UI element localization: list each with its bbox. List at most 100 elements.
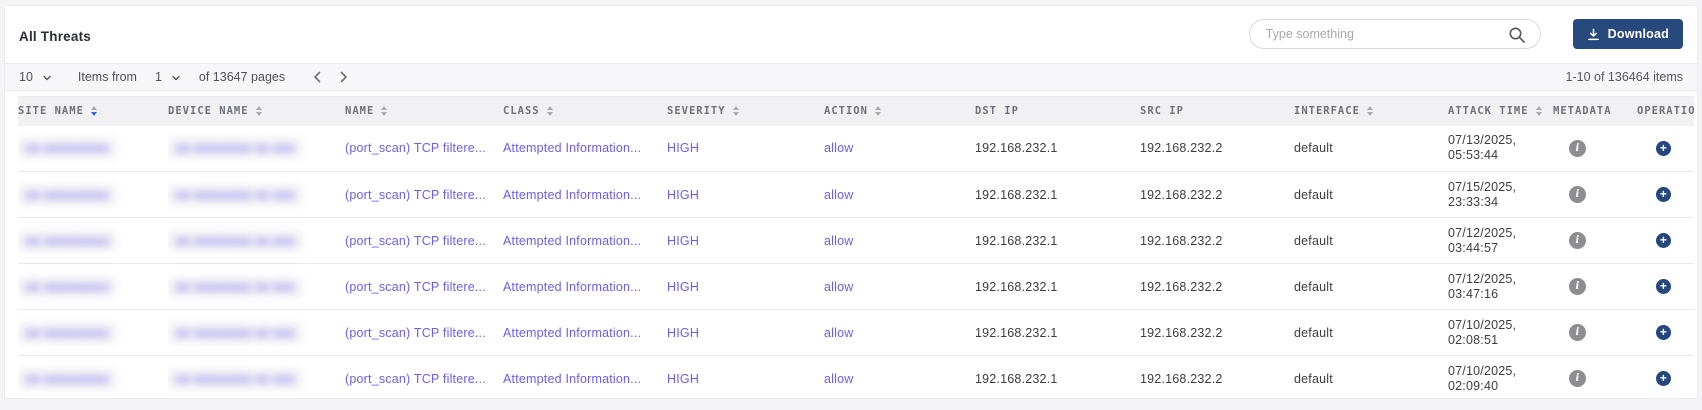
class-cell-text[interactable]: Attempted Information...	[503, 280, 641, 294]
class-cell-text[interactable]: Attempted Information...	[503, 372, 641, 386]
action-cell[interactable]: allow	[824, 310, 975, 356]
all-threats-card: All Threats Download 10	[4, 5, 1698, 399]
site-name-cell: xx xxxxxxxxx	[18, 172, 168, 218]
class-cell-text[interactable]: Attempted Information...	[503, 141, 641, 155]
sort-icon[interactable]	[875, 106, 881, 116]
action-cell[interactable]: allow	[824, 126, 975, 172]
site-name-cell: xx xxxxxxxxx	[18, 126, 168, 172]
action-cell-text[interactable]: allow	[824, 188, 854, 202]
class-cell[interactable]: Attempted Information...	[503, 218, 667, 264]
severity-cell-text: HIGH	[667, 141, 699, 155]
threat-name-cell[interactable]: (port_scan) TCP filtere...	[345, 218, 503, 264]
sort-icon[interactable]	[1536, 106, 1542, 116]
sort-icon[interactable]	[381, 106, 387, 116]
threat-name-cell[interactable]: (port_scan) TCP filtere...	[345, 264, 503, 310]
metadata-info-icon[interactable]: i	[1569, 186, 1586, 203]
class-cell[interactable]: Attempted Information...	[503, 264, 667, 310]
search-input[interactable]	[1250, 20, 1540, 48]
expand-operations-icon[interactable]: +	[1656, 233, 1671, 248]
action-cell[interactable]: allow	[824, 356, 975, 400]
device-name-cell: xx xxxxxxxx xx xxx	[168, 264, 345, 310]
action-cell-text[interactable]: allow	[824, 372, 854, 386]
action-cell[interactable]: allow	[824, 264, 975, 310]
threat-name-cell-text[interactable]: (port_scan) TCP filtere...	[345, 234, 486, 248]
action-cell-text[interactable]: allow	[824, 326, 854, 340]
download-button[interactable]: Download	[1573, 19, 1683, 49]
sort-icon[interactable]	[547, 106, 553, 116]
search-icon[interactable]	[1508, 26, 1526, 44]
column-header-attack-time[interactable]: ATTACK TIME	[1448, 97, 1553, 126]
column-header-device-name[interactable]: DEVICE NAME	[168, 97, 345, 126]
interface-cell: default	[1294, 126, 1448, 172]
class-cell[interactable]: Attempted Information...	[503, 126, 667, 172]
severity-cell-text: HIGH	[667, 326, 699, 340]
action-cell[interactable]: allow	[824, 218, 975, 264]
column-header-action[interactable]: ACTION	[824, 97, 975, 126]
column-header-site-name[interactable]: SITE NAME	[18, 97, 168, 126]
metadata-info-icon[interactable]: i	[1569, 278, 1586, 295]
class-cell[interactable]: Attempted Information...	[503, 356, 667, 400]
expand-operations-icon[interactable]: +	[1656, 187, 1671, 202]
interface-cell-text: default	[1294, 326, 1333, 340]
expand-operations-icon[interactable]: +	[1656, 325, 1671, 340]
expand-operations-icon[interactable]: +	[1656, 141, 1671, 156]
metadata-info-icon[interactable]: i	[1569, 232, 1586, 249]
redacted-device-name: xx xxxxxxxx xx xxx	[168, 231, 302, 251]
items-range-label: 1-10 of 136464 items	[1566, 70, 1683, 84]
class-cell[interactable]: Attempted Information...	[503, 310, 667, 356]
threat-name-cell[interactable]: (port_scan) TCP filtere...	[345, 172, 503, 218]
src-ip-cell-text: 192.168.232.2	[1140, 234, 1223, 248]
class-cell[interactable]: Attempted Information...	[503, 172, 667, 218]
src-ip-cell: 192.168.232.2	[1140, 356, 1294, 400]
threat-name-cell-text[interactable]: (port_scan) TCP filtere...	[345, 141, 486, 155]
page-number-select[interactable]: 1	[155, 70, 181, 84]
dst-ip-cell: 192.168.232.1	[975, 310, 1140, 356]
threat-name-cell[interactable]: (port_scan) TCP filtere...	[345, 310, 503, 356]
items-from-label: Items from	[78, 70, 137, 84]
column-label: METADATA	[1553, 105, 1612, 117]
severity-cell: HIGH	[667, 264, 824, 310]
threat-name-cell-text[interactable]: (port_scan) TCP filtere...	[345, 280, 486, 294]
metadata-info-icon[interactable]: i	[1569, 324, 1586, 341]
column-header-interface[interactable]: INTERFACE	[1294, 97, 1448, 126]
class-cell-text[interactable]: Attempted Information...	[503, 234, 641, 248]
metadata-info-icon[interactable]: i	[1569, 140, 1586, 157]
sort-icon[interactable]	[256, 106, 262, 116]
redacted-device-name: xx xxxxxxxx xx xxx	[168, 138, 302, 158]
metadata-cell: i	[1553, 126, 1637, 172]
metadata-info-icon[interactable]: i	[1569, 370, 1586, 387]
table-row: xx xxxxxxxxxxx xxxxxxxx xx xxx(port_scan…	[18, 356, 1694, 400]
threat-name-cell-text[interactable]: (port_scan) TCP filtere...	[345, 326, 486, 340]
src-ip-cell-text: 192.168.232.2	[1140, 188, 1223, 202]
action-cell-text[interactable]: allow	[824, 141, 854, 155]
column-label: SITE NAME	[18, 105, 84, 117]
threat-name-cell-text[interactable]: (port_scan) TCP filtere...	[345, 188, 486, 202]
attack-time-cell: 07/13/2025,05:53:44	[1448, 126, 1553, 172]
column-header-severity[interactable]: SEVERITY	[667, 97, 824, 126]
sort-icon[interactable]	[733, 106, 739, 116]
site-name-cell: xx xxxxxxxxx	[18, 310, 168, 356]
column-label: SEVERITY	[667, 105, 726, 117]
threat-name-cell[interactable]: (port_scan) TCP filtere...	[345, 356, 503, 400]
prev-page-button[interactable]	[309, 69, 325, 85]
table-row: xx xxxxxxxxxxx xxxxxxxx xx xxx(port_scan…	[18, 218, 1694, 264]
sort-icon[interactable]	[1367, 106, 1373, 116]
action-cell-text[interactable]: allow	[824, 280, 854, 294]
expand-operations-icon[interactable]: +	[1656, 279, 1671, 294]
column-header-class[interactable]: CLASS	[503, 97, 667, 126]
page-size-select[interactable]: 10	[19, 70, 52, 84]
attack-time: 23:33:34	[1448, 195, 1543, 210]
class-cell-text[interactable]: Attempted Information...	[503, 188, 641, 202]
threat-name-cell[interactable]: (port_scan) TCP filtere...	[345, 126, 503, 172]
sort-icon[interactable]	[91, 106, 97, 116]
redacted-device-name: xx xxxxxxxx xx xxx	[168, 277, 302, 297]
page-number-value: 1	[155, 70, 162, 84]
action-cell-text[interactable]: allow	[824, 234, 854, 248]
attack-time-cell: 07/12/2025,03:47:16	[1448, 264, 1553, 310]
action-cell[interactable]: allow	[824, 172, 975, 218]
threat-name-cell-text[interactable]: (port_scan) TCP filtere...	[345, 372, 486, 386]
next-page-button[interactable]	[335, 69, 351, 85]
expand-operations-icon[interactable]: +	[1656, 371, 1671, 386]
class-cell-text[interactable]: Attempted Information...	[503, 326, 641, 340]
column-header-name[interactable]: NAME	[345, 97, 503, 126]
